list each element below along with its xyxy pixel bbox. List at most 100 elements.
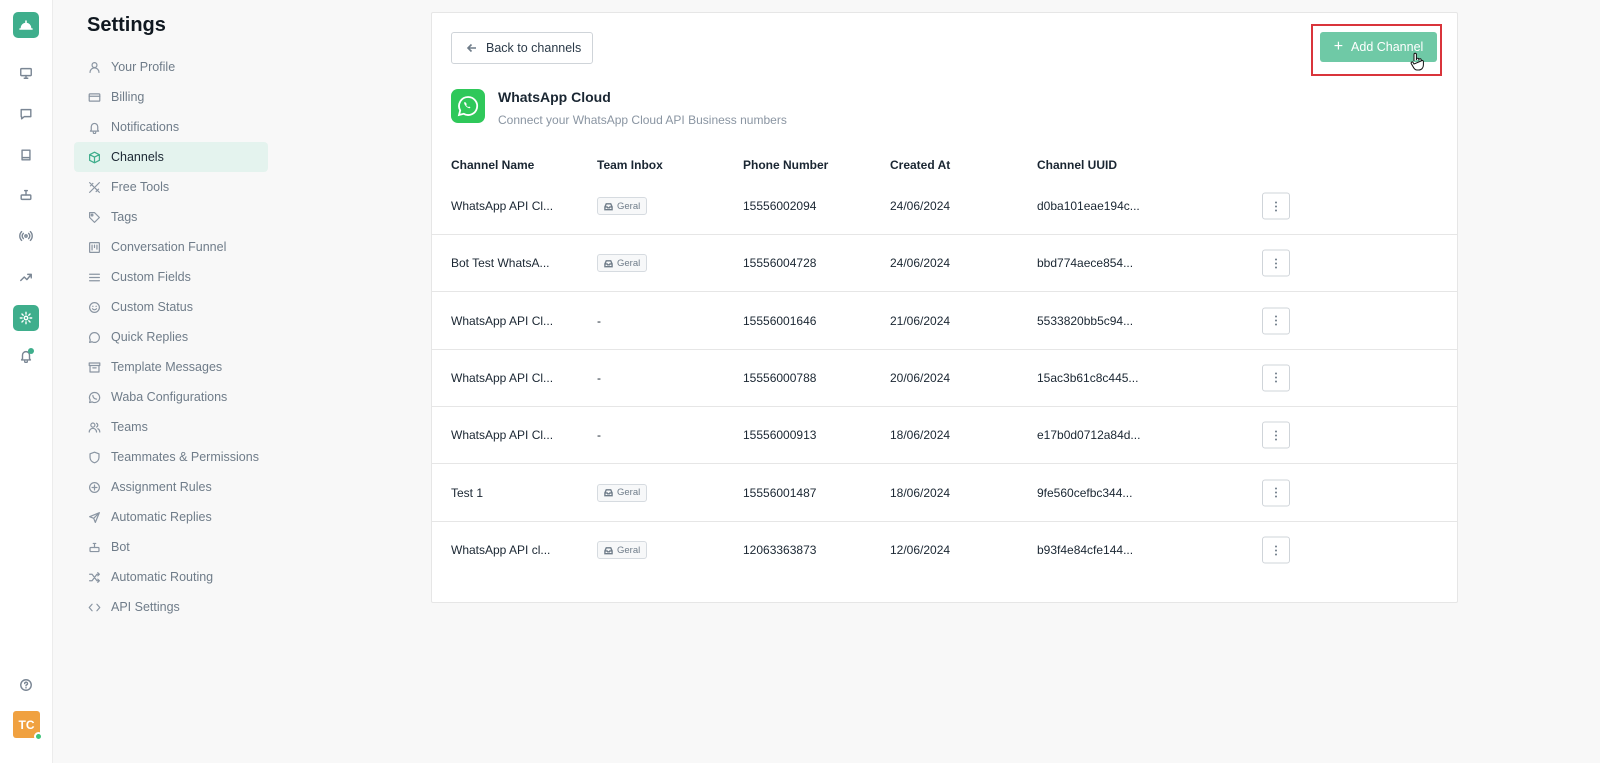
created-at: 21/06/2024	[890, 313, 951, 328]
phone-number: 15556001646	[743, 313, 817, 328]
avatar[interactable]: TC	[13, 711, 43, 741]
nav-item-label: Template Messages	[111, 360, 223, 374]
chat-icon	[20, 108, 32, 120]
nav-item-label: Teams	[111, 420, 148, 434]
channel-uuid: 5533820bb5c94...	[1037, 313, 1134, 328]
nav-item-label: Billing	[111, 90, 145, 104]
nav-item-label: Tags	[111, 210, 138, 224]
more-vertical-icon	[1275, 430, 1277, 441]
channel-type-subtitle: Connect your WhatsApp Cloud API Business…	[498, 113, 787, 127]
more-vertical-icon	[1275, 201, 1277, 211]
online-status-dot	[34, 732, 43, 741]
nav-item-template-messages[interactable]: Template Messages	[74, 352, 268, 382]
team-inbox-label: Geral	[617, 487, 641, 498]
nav-item-tags[interactable]: Tags	[74, 202, 268, 232]
table-row: Bot Test WhatsA... Geral 15556004728 24/06/…	[432, 235, 1457, 293]
row-menu-button[interactable]	[1262, 249, 1290, 277]
tools-icon	[89, 181, 100, 193]
nav-item-automatic-replies[interactable]: Automatic Replies	[74, 502, 268, 532]
nav-item-label: Automatic Replies	[111, 510, 212, 524]
team-inbox-empty: -	[597, 313, 601, 328]
rail-trend-icon[interactable]	[13, 264, 39, 290]
row-menu-button[interactable]	[1262, 307, 1290, 335]
rail-book-icon[interactable]	[13, 142, 39, 168]
nav-item-label: Free Tools	[111, 180, 170, 194]
funnel-board-icon	[89, 241, 100, 253]
rail-monitor-icon[interactable]	[13, 60, 39, 86]
nav-item-your-profile[interactable]: Your Profile	[74, 52, 268, 82]
nav-item-teammates-permissions[interactable]: Teammates & Permissions	[74, 442, 268, 472]
channel-name: WhatsApp API Cl...	[451, 313, 554, 328]
nav-item-label: Notifications	[111, 120, 180, 134]
back-to-channels-button[interactable]: Back to channels	[451, 32, 593, 64]
rail-bell-icon[interactable]	[13, 343, 39, 369]
channel-uuid: 9fe560cefbc344...	[1037, 485, 1133, 500]
nav-item-label: Custom Fields	[111, 270, 191, 284]
rail-bot-icon[interactable]	[13, 182, 39, 208]
created-at: 18/06/2024	[890, 428, 951, 443]
icon-rail: TC	[0, 0, 53, 763]
row-menu-button[interactable]	[1262, 536, 1290, 564]
nav-item-notifications[interactable]: Notifications	[74, 112, 268, 142]
nav-item-channels[interactable]: Channels	[74, 142, 268, 172]
bot-icon	[89, 542, 100, 552]
nav-item-bot[interactable]: Bot	[74, 532, 268, 562]
row-menu-button[interactable]	[1262, 192, 1290, 220]
nav-item-teams[interactable]: Teams	[74, 412, 268, 442]
nav-item-waba-configurations[interactable]: Waba Configurations	[74, 382, 268, 412]
channel-name: WhatsApp API cl...	[451, 543, 551, 558]
nav-item-automatic-routing[interactable]: Automatic Routing	[74, 562, 268, 592]
nav-item-label: Custom Status	[111, 300, 193, 314]
nav-item-api-settings[interactable]: API Settings	[74, 592, 268, 622]
table-row: WhatsApp API Cl... Geral 15556002094 24/06/…	[432, 178, 1457, 235]
phone-number: 15556001487	[743, 485, 817, 500]
phone-number: 12063363873	[743, 543, 817, 558]
code-icon	[88, 603, 101, 611]
shield-icon	[89, 451, 100, 463]
users-icon	[88, 421, 101, 433]
table-row: WhatsApp API Cl... - 15556001646 21/06/2024…	[432, 293, 1457, 350]
trend-icon	[20, 273, 32, 282]
team-inbox-cell: -	[597, 428, 601, 442]
nav-item-quick-replies[interactable]: Quick Replies	[74, 322, 268, 352]
rail-chat-icon[interactable]	[13, 101, 39, 127]
channel-name: WhatsApp API Cl...	[451, 370, 554, 385]
nav-item-label: Automatic Routing	[111, 570, 214, 584]
rail-settings-gear-icon[interactable]	[13, 305, 39, 331]
nav-item-label: Waba Configurations	[111, 390, 228, 404]
channel-uuid: e17b0d0712a84d...	[1037, 428, 1141, 443]
row-menu-button[interactable]	[1262, 479, 1290, 506]
nav-item-billing[interactable]: Billing	[74, 82, 268, 112]
team-inbox-cell: Geral	[597, 541, 648, 560]
plus-circle-icon	[89, 481, 100, 493]
bell-icon	[89, 122, 100, 134]
phone-number: 15556002094	[743, 199, 817, 213]
settings-gear-icon	[19, 311, 33, 325]
team-inbox-empty: -	[597, 428, 601, 443]
broadcast-icon	[19, 230, 33, 242]
whatsapp-logo-icon	[451, 89, 485, 123]
send-icon	[89, 511, 100, 523]
more-vertical-icon	[1275, 258, 1277, 269]
nav-item-assignment-rules[interactable]: Assignment Rules	[74, 472, 268, 502]
column-header: Team Inbox	[597, 158, 663, 172]
created-at: 12/06/2024	[890, 543, 951, 558]
row-menu-button[interactable]	[1262, 421, 1290, 449]
bot-icon	[20, 189, 32, 201]
table-row: WhatsApp API cl... Geral 12063363873 12/06/…	[432, 522, 1457, 579]
team-inbox-cell: -	[597, 371, 601, 385]
table-header: Channel Name Team Inbox Phone Number Cre…	[432, 158, 1457, 178]
app-logo-icon[interactable]	[13, 12, 39, 38]
row-menu-button[interactable]	[1262, 364, 1290, 392]
nav-item-free-tools[interactable]: Free Tools	[74, 172, 268, 202]
nav-item-custom-status[interactable]: Custom Status	[74, 292, 268, 322]
nav-item-conversation-funnel[interactable]: Conversation Funnel	[74, 232, 268, 262]
channel-name: Test 1	[451, 485, 484, 500]
help-circle-icon[interactable]	[13, 672, 39, 698]
column-header: Channel UUID	[1037, 158, 1118, 172]
rail-broadcast-icon[interactable]	[13, 223, 39, 249]
list-icon	[89, 273, 100, 281]
nav-item-custom-fields[interactable]: Custom Fields	[74, 262, 268, 292]
more-vertical-icon	[1275, 545, 1277, 556]
settings-nav: Your Profile Billing Notifications Channels…	[74, 52, 268, 622]
